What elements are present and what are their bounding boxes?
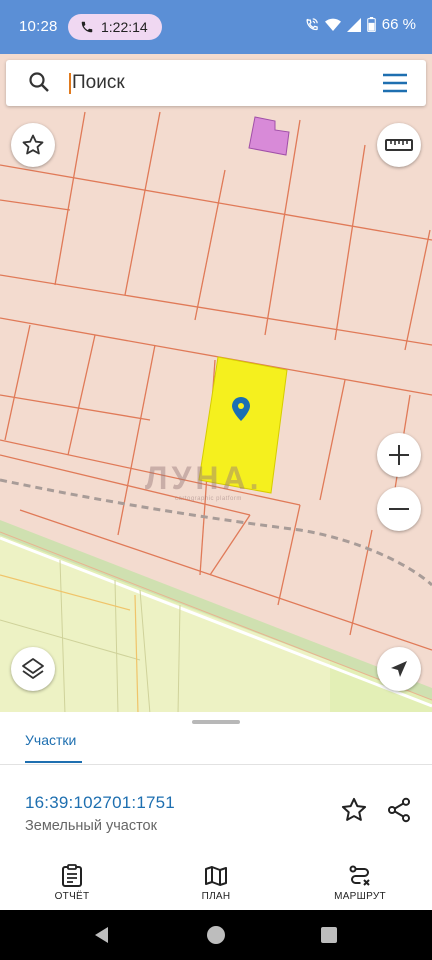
wifi-calling-icon: [306, 18, 318, 31]
cadastral-map[interactable]: ЛУНА. cartographic platform: [0, 54, 432, 714]
watermark-logo: ЛУНА.: [145, 460, 263, 496]
system-navigation-bar: [0, 910, 432, 960]
ruler-icon: [385, 139, 413, 151]
recents-icon[interactable]: [321, 927, 337, 943]
call-duration: 1:22:14: [101, 19, 148, 35]
clipboard-icon: [62, 864, 82, 887]
text-caret: [69, 73, 71, 94]
bottom-navigation: ОТЧЁТ ПЛАН МАРШРУТ: [0, 858, 432, 910]
back-icon[interactable]: [92, 925, 112, 945]
tab-indicator: [25, 761, 82, 763]
ruler-button[interactable]: [377, 123, 421, 167]
phone-icon: [81, 21, 93, 33]
ongoing-call-chip[interactable]: 1:22:14: [68, 14, 162, 40]
wifi-icon: [324, 18, 341, 31]
battery-level: 66 %: [381, 16, 416, 33]
map-canvas[interactable]: [0, 54, 432, 714]
layers-icon: [22, 658, 44, 679]
status-icons: 66 %: [304, 16, 416, 33]
my-location-button[interactable]: [377, 647, 421, 691]
signal-icon: [346, 17, 361, 32]
status-time: 10:28: [19, 18, 58, 35]
plus-icon: [389, 445, 409, 465]
star-icon: [341, 797, 367, 821]
nav-route-label: МАРШРУТ: [334, 891, 386, 902]
watermark-subtitle: cartographic platform: [175, 496, 242, 502]
nav-plan[interactable]: ПЛАН: [166, 864, 266, 902]
layers-button[interactable]: [11, 647, 55, 691]
tab-parcels[interactable]: Участки: [25, 732, 76, 748]
nav-report-label: ОТЧЁТ: [54, 891, 90, 902]
share-button[interactable]: [385, 796, 413, 829]
other-parcel: [248, 116, 290, 156]
search-icon: [29, 72, 49, 92]
green-zone-light: [0, 540, 330, 714]
parcel-cadastral-number[interactable]: 16:39:102701:1751: [25, 793, 175, 813]
battery-icon: [367, 17, 376, 32]
minus-icon: [389, 508, 409, 510]
navigation-arrow-icon: [391, 661, 407, 677]
bottom-sheet[interactable]: Участки 16:39:102701:1751 Земельный учас…: [0, 712, 432, 860]
zoom-in-button[interactable]: [377, 433, 421, 477]
nav-route[interactable]: МАРШРУТ: [310, 864, 410, 902]
divider: [0, 764, 432, 765]
nav-plan-label: ПЛАН: [201, 891, 231, 902]
home-icon[interactable]: [206, 925, 226, 945]
favorites-button[interactable]: [11, 123, 55, 167]
search-input[interactable]: [72, 68, 362, 98]
share-icon: [387, 797, 411, 823]
menu-icon[interactable]: [382, 73, 408, 93]
route-icon: [349, 865, 370, 886]
nav-report[interactable]: ОТЧЁТ: [22, 864, 122, 902]
add-favorite-button[interactable]: [340, 796, 368, 829]
star-icon: [22, 134, 44, 155]
status-bar: 10:28 1:22:14 66 %: [0, 0, 432, 54]
map-icon: [205, 866, 227, 886]
search-bar[interactable]: [6, 60, 426, 106]
sheet-drag-handle[interactable]: [192, 720, 240, 724]
zoom-out-button[interactable]: [377, 487, 421, 531]
parcel-type: Земельный участок: [25, 818, 157, 834]
